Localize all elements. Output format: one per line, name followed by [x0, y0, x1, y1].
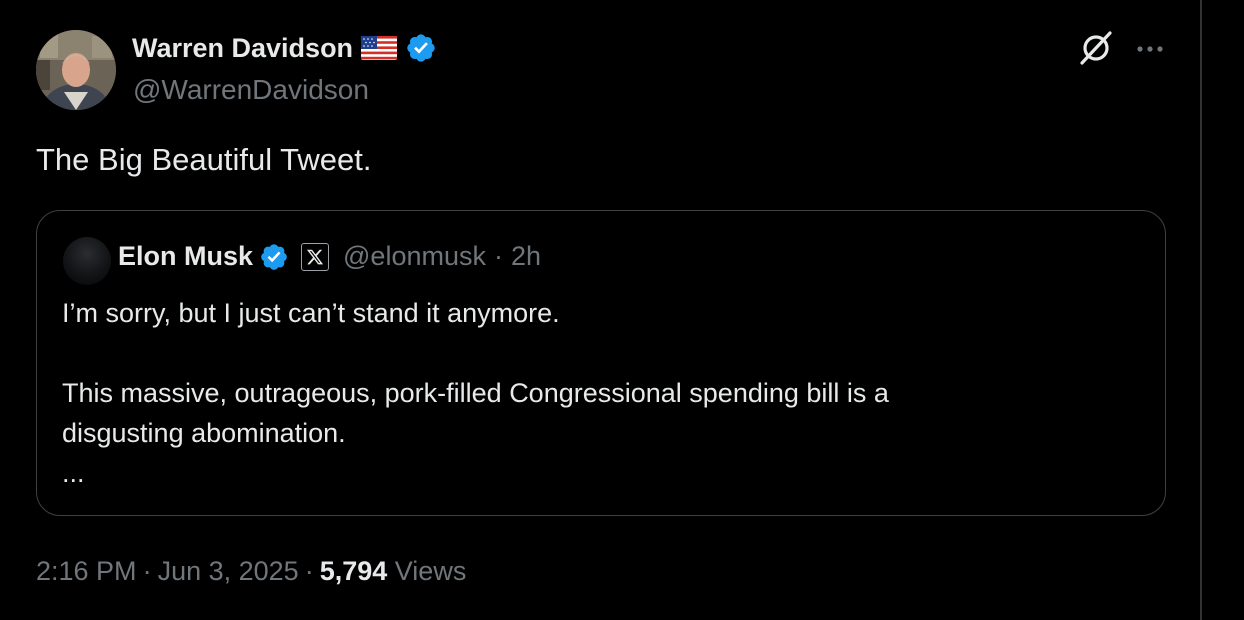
quoted-tweet-time[interactable]: 2h [511, 241, 541, 272]
quoted-tweet[interactable]: Elon Musk @elonmusk · 2h I’m sorry, but … [36, 210, 1166, 516]
tweet-time[interactable]: 2:16 PM [36, 556, 137, 586]
views-label: Views [394, 556, 467, 586]
quoted-line: This massive, outrageous, pork-filled Co… [62, 378, 889, 408]
quoted-tweet-header: Elon Musk @elonmusk · 2h [118, 241, 541, 272]
separator-dot: · [304, 556, 314, 586]
quoted-line: disgusting abomination. [62, 418, 346, 448]
quoted-ellipsis: ... [62, 458, 85, 488]
verified-badge-icon [407, 34, 435, 62]
tweet-date[interactable]: Jun 3, 2025 [158, 556, 299, 586]
separator-dot: · [493, 241, 503, 271]
author-avatar[interactable] [36, 30, 116, 110]
quoted-tweet-text: I’m sorry, but I just can’t stand it any… [62, 293, 1142, 493]
grok-icon[interactable] [1078, 30, 1114, 66]
tweet-text: The Big Beautiful Tweet. [36, 142, 372, 177]
views-count: 5,794 [319, 556, 388, 586]
quoted-author-name[interactable]: Elon Musk [118, 241, 253, 272]
column-divider [1200, 0, 1202, 620]
quoted-author-avatar[interactable] [63, 237, 111, 285]
us-flag-icon [361, 36, 398, 60]
author-name[interactable]: Warren Davidson [132, 33, 353, 64]
quoted-author-handle[interactable]: @elonmusk [343, 241, 486, 272]
quoted-line: I’m sorry, but I just can’t stand it any… [62, 298, 560, 328]
author-name-row[interactable]: Warren Davidson [132, 32, 437, 64]
verified-badge-icon [261, 243, 287, 270]
x-logo-icon[interactable] [301, 242, 330, 271]
more-icon[interactable] [1133, 34, 1167, 64]
separator-dot: · [142, 556, 152, 586]
author-handle[interactable]: @WarrenDavidson [133, 74, 369, 106]
tweet-meta: 2:16 PM · Jun 3, 2025 · 5,794 Views [36, 556, 466, 587]
